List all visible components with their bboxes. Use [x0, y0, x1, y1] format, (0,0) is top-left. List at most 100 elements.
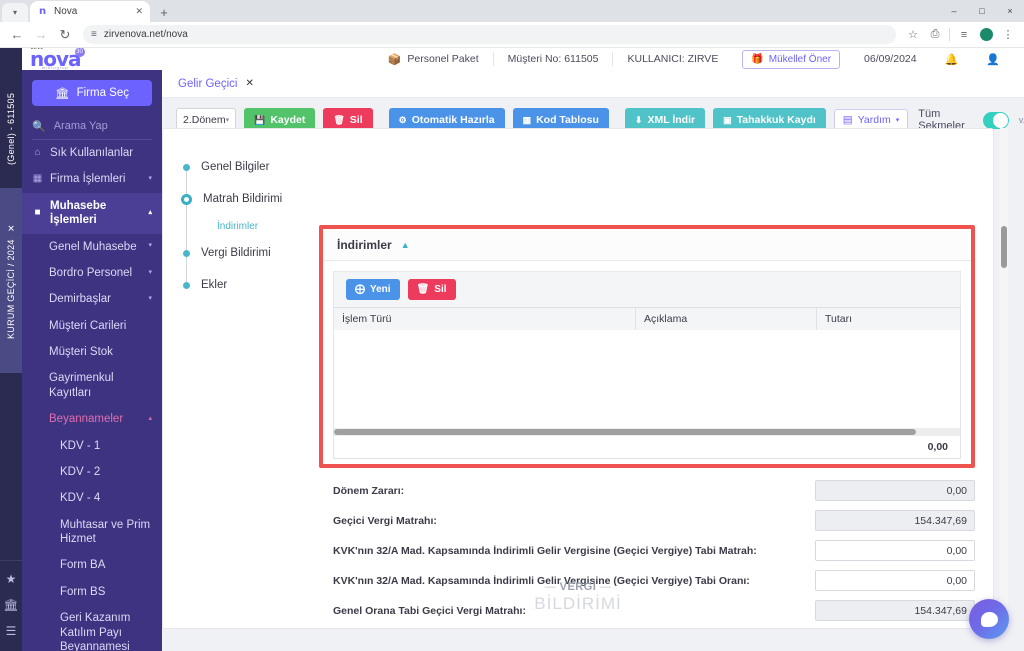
sidebar-item-musteri-carileri[interactable]: Müşteri Carileri [22, 313, 162, 339]
sidebar-item-kdv-2[interactable]: KDV - 2 [22, 459, 162, 485]
window-controls: – □ × [940, 0, 1024, 22]
grid-sil-label: Sil [434, 284, 447, 295]
watermark-dash-left: — [544, 581, 557, 593]
customer-no: Müşteri No: 611505 [494, 52, 614, 66]
bank-icon[interactable]: 🏛 [3, 599, 18, 611]
sidebar-item-label: Form BA [60, 559, 106, 572]
brand-logo[interactable]: zirve nova 30 mikrogrup [22, 48, 162, 70]
sidebar-item-muhasebe-islemleri[interactable]: ■ Muhasebe İşlemleri ▴ [22, 192, 162, 234]
step-label: Matrah Bildirimi [203, 193, 283, 205]
browser-menu-icon[interactable]: ⋮ [998, 25, 1018, 45]
sidebar-item-kdv-4[interactable]: KDV - 4 [22, 485, 162, 511]
tum-sekmeler-toggle[interactable] [982, 111, 1009, 129]
maximize-button[interactable]: □ [968, 0, 996, 22]
mukellef-oner-label: Mükellef Öner [768, 53, 832, 65]
close-icon[interactable]: ✕ [7, 222, 15, 233]
gift-icon: 🎁 [751, 53, 764, 65]
row-donem-zarari: Dönem Zararı: 0,00 [333, 479, 975, 502]
substep-indirimler[interactable]: İndirimler [181, 215, 301, 237]
sidebar-item-firma-islemleri[interactable]: ▦ Firma İşlemleri ▾ [22, 166, 162, 192]
grid-col-tutari[interactable]: Tutarı [817, 308, 960, 330]
grid-header-row: İşlem Türü Açıklama Tutarı [334, 308, 960, 330]
browser-tab[interactable]: n Nova ✕ [30, 1, 150, 22]
extensions-icon[interactable]: ⎙ [925, 25, 945, 45]
avatar[interactable] [976, 25, 996, 45]
minimize-button[interactable]: – [940, 0, 968, 22]
browser-tab-title: Nova [54, 6, 78, 17]
document-tabbar: Gelir Geçici ✕ [162, 70, 1024, 98]
yeni-button[interactable]: ⨁ Yeni [346, 279, 400, 300]
sidebar-item-sik-kullanilanlar[interactable]: ⌂ Sık Kullanılanlar [22, 140, 162, 166]
chevron-down-icon: ▾ [148, 242, 152, 250]
nova-favicon-icon: n [38, 6, 47, 17]
sidebar-search[interactable]: 🔍 [32, 116, 152, 140]
rail-tab-genel[interactable]: (Genel) - 611505 [0, 70, 22, 188]
reload-button[interactable]: ↻ [54, 24, 76, 46]
step-matrah-bildirimi[interactable]: Matrah Bildirimi [181, 183, 301, 215]
sidebar-item-gayrimenkul-kayitlari[interactable]: Gayrimenkul Kayıtları [22, 365, 162, 406]
tab-list-icon[interactable]: ≡ [954, 25, 974, 45]
firma-sec-button[interactable]: 🏛 Firma Seç [32, 80, 152, 106]
rail-tab-label: KURUM GEÇİCİ / 2024 [6, 239, 16, 339]
sidebar-item-geri-kazanim[interactable]: Geri Kazanım Katılım Payı Beyannamesi [22, 605, 162, 651]
step-genel-bilgiler[interactable]: Genel Bilgiler [181, 151, 301, 183]
address-bar[interactable]: ≡ zirvenova.net/nova [83, 25, 896, 44]
notification-bell[interactable]: 🔔 [931, 52, 973, 66]
logo-supertext: zirve [31, 48, 43, 51]
sidebar-item-form-ba[interactable]: Form BA [22, 552, 162, 578]
trash-icon: 🗑 [416, 284, 430, 295]
grid-col-aciklama[interactable]: Açıklama [636, 308, 817, 330]
tab-search-dropdown[interactable]: ▾ [2, 3, 28, 22]
panel-header[interactable]: İndirimler ▲ [323, 229, 971, 261]
address-bar-url: zirvenova.net/nova [103, 29, 188, 40]
grid-sil-button[interactable]: 🗑 Sil [407, 279, 456, 300]
close-icon[interactable]: ✕ [135, 6, 143, 17]
card-vertical-scrollbar[interactable] [1000, 128, 1008, 629]
chevron-up-icon: ▴ [148, 414, 152, 422]
close-icon[interactable]: ✕ [245, 78, 253, 89]
chat-bubble-button[interactable] [969, 599, 1009, 639]
search-input[interactable] [53, 120, 152, 132]
watermark-line-2: BİLDİRİMİ [534, 594, 622, 613]
package-indicator: 📦 Personel Paket [374, 52, 494, 66]
substep-label: İndirimler [217, 220, 259, 232]
form-card: Genel Bilgiler Matrah Bildirimi İndiriml… [162, 128, 994, 629]
xml-indir-label: XML İndir [647, 114, 696, 126]
step-vergi-bildirimi[interactable]: Vergi Bildirimi [181, 237, 301, 269]
forward-button[interactable]: → [30, 24, 52, 46]
menu-icon[interactable]: ☰ [6, 625, 17, 637]
mukellef-oner-button[interactable]: 🎁 Mükellef Öner [742, 49, 841, 69]
chevron-up-icon[interactable]: ▲ [401, 240, 410, 250]
site-settings-icon[interactable]: ≡ [91, 29, 97, 40]
gear-icon: ⚙ [398, 114, 407, 125]
grid-col-islem-turu[interactable]: İşlem Türü [334, 308, 636, 330]
sidebar-item-bordro-personel[interactable]: Bordro Personel ▾ [22, 260, 162, 286]
step-ekler[interactable]: Ekler [181, 269, 301, 301]
sidebar: 🏛 Firma Seç 🔍 ⌂ Sık Kullanılanlar ▦ Firm… [22, 70, 162, 651]
scrollbar-thumb[interactable] [1001, 226, 1007, 268]
sidebar-item-demirbaslar[interactable]: Demirbaşlar ▾ [22, 286, 162, 312]
sidebar-item-musteri-stok[interactable]: Müşteri Stok [22, 339, 162, 365]
sidebar-item-beyannameler[interactable]: Beyannameler ▴ [22, 406, 162, 432]
chevron-down-icon: ▾ [148, 295, 152, 303]
rail-tab-kurum-gecici[interactable]: KURUM GEÇİCİ / 2024 ✕ [0, 188, 22, 373]
package-icon: 📦 [387, 53, 402, 66]
back-button[interactable]: ← [6, 24, 28, 46]
step-dot-active [181, 193, 192, 205]
kvk-tabi-matrah-input[interactable]: 0,00 [815, 540, 975, 561]
scrollbar-thumb[interactable] [334, 429, 917, 435]
star-icon[interactable]: ★ [6, 573, 17, 585]
account-menu[interactable]: 👤 [972, 52, 1014, 66]
sidebar-item-genel-muhasebe[interactable]: Genel Muhasebe ▾ [22, 234, 162, 260]
indirimler-panel: İndirimler ▲ ⨁ Yeni 🗑 Sil İşlem Türü Açı… [319, 225, 975, 468]
bookmark-star-icon[interactable]: ☆ [903, 25, 923, 45]
browser-chrome: ▾ n Nova ✕ + – □ × ← → ↻ ≡ zirvenova.net… [0, 0, 1024, 48]
close-window-button[interactable]: × [996, 0, 1024, 22]
sidebar-item-kdv-1[interactable]: KDV - 1 [22, 433, 162, 459]
grid-horizontal-scrollbar[interactable] [334, 428, 960, 436]
sidebar-item-form-bs[interactable]: Form BS [22, 579, 162, 605]
sidebar-item-muhtasar-prim-hizmet[interactable]: Muhtasar ve Prim Hizmet [22, 512, 162, 553]
document-icon: ▣ [723, 114, 732, 125]
new-tab-button[interactable]: + [153, 2, 175, 22]
tab-gelir-gecici[interactable]: Gelir Geçici [178, 78, 237, 90]
